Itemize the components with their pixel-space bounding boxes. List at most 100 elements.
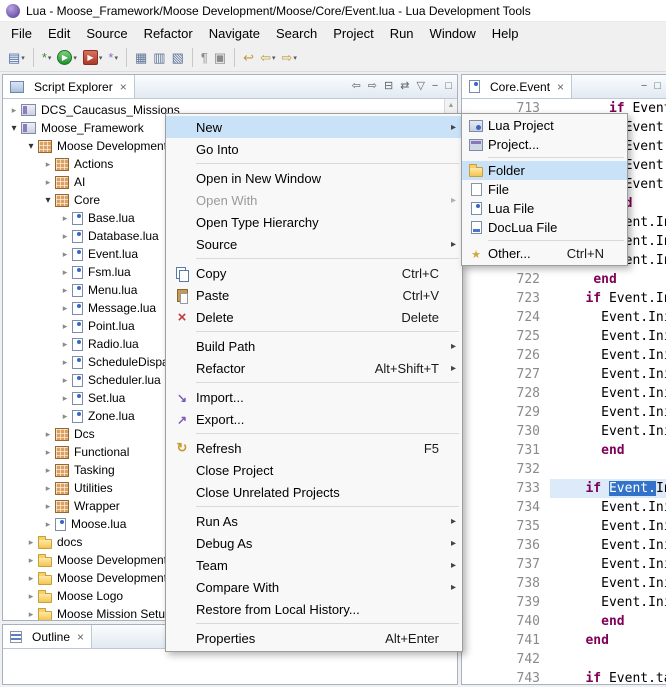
external-tools-button[interactable]: ▶▾ — [80, 48, 106, 67]
code-line-736[interactable]: 736 Event.IniGroup = GROUP:FindByName( E… — [462, 536, 666, 555]
menu-item-other[interactable]: Other...Ctrl+N — [462, 244, 627, 263]
expander-collapsed-icon[interactable]: ▸ — [24, 609, 38, 620]
menubar-item-search[interactable]: Search — [268, 23, 325, 44]
menubar-item-source[interactable]: Source — [78, 23, 135, 44]
menubar-item-navigate[interactable]: Navigate — [201, 23, 268, 44]
back-button[interactable]: ⇦▾ — [257, 49, 278, 66]
code-line-737[interactable]: 737 Event.IniGroupName = Event.IniDCSGro… — [462, 555, 666, 574]
expander-collapsed-icon[interactable]: ▸ — [41, 501, 55, 512]
minimize-icon[interactable]: − — [432, 81, 438, 92]
code-line-723[interactable]: 723 if Event.IniObjectCategory == Object… — [462, 289, 666, 308]
back-icon[interactable]: ⇦ — [352, 81, 361, 92]
new-wizard-button[interactable]: ▤▾ — [5, 49, 28, 66]
menubar-item-run[interactable]: Run — [382, 23, 422, 44]
code-line-738[interactable]: 738 Event.IniPlayerName = Event.IniUnit:… — [462, 574, 666, 593]
expander-collapsed-icon[interactable]: ▸ — [7, 105, 21, 116]
expander-collapsed-icon[interactable]: ▸ — [58, 357, 72, 368]
tab-core-event[interactable]: Core.Event × — [462, 75, 572, 98]
code-line-732[interactable]: 732 — [462, 460, 666, 479]
expander-collapsed-icon[interactable]: ▸ — [58, 321, 72, 332]
debug-button[interactable]: *▾ — [39, 49, 55, 66]
menu-item-refresh[interactable]: RefreshF5 — [166, 437, 462, 459]
menu-item-go-into[interactable]: Go Into — [166, 138, 462, 160]
menu-item-properties[interactable]: PropertiesAlt+Enter — [166, 627, 462, 649]
code-line-743[interactable]: 743 if Event.target then — [462, 669, 666, 684]
code-line-739[interactable]: 739 Event.IniCategory = Event.IniUnit:Ge… — [462, 593, 666, 612]
menu-item-copy[interactable]: CopyCtrl+C — [166, 262, 462, 284]
code-line-731[interactable]: 731 end — [462, 441, 666, 460]
link-with-editor-icon[interactable]: ⇄ — [400, 81, 409, 92]
expander-expanded-icon[interactable]: ▾ — [7, 123, 21, 134]
menu-item-project[interactable]: Project... — [462, 135, 627, 154]
menu-item-run-as[interactable]: Run As▸ — [166, 510, 462, 532]
menu-item-doclua-file[interactable]: DocLua File — [462, 218, 627, 237]
menu-item-close-project[interactable]: Close Project — [166, 459, 462, 481]
menu-item-new[interactable]: New▸ — [166, 116, 462, 138]
menu-item-close-unrelated-projects[interactable]: Close Unrelated Projects — [166, 481, 462, 503]
annotations-button[interactable]: ▧ — [169, 49, 187, 66]
menu-item-refactor[interactable]: RefactorAlt+Shift+T▸ — [166, 357, 462, 379]
code-line-729[interactable]: 729 Event.IniCategory = Event.IniUnit:Ge… — [462, 403, 666, 422]
menubar-item-refactor[interactable]: Refactor — [136, 23, 201, 44]
expander-collapsed-icon[interactable]: ▸ — [41, 465, 55, 476]
expander-collapsed-icon[interactable]: ▸ — [41, 483, 55, 494]
maximize-icon[interactable]: □ — [445, 81, 452, 92]
code-line-725[interactable]: 725 Event.IniUnitName = Event.IniDCSUnit… — [462, 327, 666, 346]
open-element-button[interactable]: ▦ — [132, 49, 150, 66]
menu-item-export[interactable]: Export... — [166, 408, 462, 430]
code-line-728[interactable]: 728 Event.IniPlayerName = Event.IniUnit:… — [462, 384, 666, 403]
menu-item-lua-project[interactable]: Lua Project — [462, 116, 627, 135]
menu-item-compare-with[interactable]: Compare With▸ — [166, 576, 462, 598]
view-menu-icon[interactable]: ▽ — [416, 81, 424, 92]
menu-item-build-path[interactable]: Build Path▸ — [166, 335, 462, 357]
code-line-734[interactable]: 734 Event.IniUnit = UNIT:Find( Event.Ini… — [462, 498, 666, 517]
forward-button[interactable]: ⇨▾ — [279, 49, 300, 66]
code-line-722[interactable]: 722 end — [462, 270, 666, 289]
menu-item-folder[interactable]: Folder — [462, 161, 627, 180]
menu-item-lua-file[interactable]: Lua File — [462, 199, 627, 218]
menu-item-restore-from-local-history[interactable]: Restore from Local History... — [166, 598, 462, 620]
menu-item-open-in-new-window[interactable]: Open in New Window — [166, 167, 462, 189]
menubar-item-file[interactable]: File — [3, 23, 40, 44]
code-line-740[interactable]: 740 end — [462, 612, 666, 631]
close-tab-icon[interactable]: × — [120, 80, 127, 94]
run-button[interactable]: ▶▾ — [54, 48, 80, 67]
expander-collapsed-icon[interactable]: ▸ — [24, 573, 38, 584]
code-line-742[interactable]: 742 — [462, 650, 666, 669]
code-line-724[interactable]: 724 Event.IniUnit = UNIT:Find( Event.Ini… — [462, 308, 666, 327]
menubar-item-project[interactable]: Project — [325, 23, 381, 44]
expander-collapsed-icon[interactable]: ▸ — [58, 213, 72, 224]
expander-collapsed-icon[interactable]: ▸ — [58, 267, 72, 278]
expander-collapsed-icon[interactable]: ▸ — [41, 429, 55, 440]
menubar-item-window[interactable]: Window — [422, 23, 484, 44]
code-line-733[interactable]: 733 if Event.IniObjectCategory == Object… — [462, 479, 666, 498]
expander-collapsed-icon[interactable]: ▸ — [41, 447, 55, 458]
mark-occurrences-button[interactable]: ▣ — [211, 49, 229, 66]
expander-collapsed-icon[interactable]: ▸ — [41, 519, 55, 530]
menu-item-debug-as[interactable]: Debug As▸ — [166, 532, 462, 554]
close-tab-icon[interactable]: × — [77, 630, 84, 644]
forward-icon[interactable]: ⇨ — [368, 81, 377, 92]
menu-item-file[interactable]: File — [462, 180, 627, 199]
menu-item-paste[interactable]: PasteCtrl+V — [166, 284, 462, 306]
expander-collapsed-icon[interactable]: ▸ — [24, 555, 38, 566]
expander-collapsed-icon[interactable]: ▸ — [24, 537, 38, 548]
expander-collapsed-icon[interactable]: ▸ — [58, 249, 72, 260]
search-button[interactable]: ▥ — [150, 49, 168, 66]
expander-collapsed-icon[interactable]: ▸ — [24, 591, 38, 602]
code-line-730[interactable]: 730 Event.IniTypeName = Event.IniUnit:Ge… — [462, 422, 666, 441]
menu-item-source[interactable]: Source▸ — [166, 233, 462, 255]
minimize-icon[interactable]: − — [641, 81, 647, 92]
code-line-727[interactable]: 727 Event.IniGroupName = Event.IniDCSGro… — [462, 365, 666, 384]
menu-item-open-with[interactable]: Open With▸ — [166, 189, 462, 211]
scroll-up-icon[interactable]: ▲ — [448, 99, 455, 112]
new-lua-wizard-button[interactable]: *▾ — [105, 49, 121, 66]
expander-collapsed-icon[interactable]: ▸ — [41, 177, 55, 188]
expander-collapsed-icon[interactable]: ▸ — [58, 303, 72, 314]
code-line-726[interactable]: 726 Event.IniGroup = GROUP:FindByName( E… — [462, 346, 666, 365]
maximize-icon[interactable]: □ — [654, 81, 661, 92]
expander-collapsed-icon[interactable]: ▸ — [58, 339, 72, 350]
collapse-all-icon[interactable]: ⊟ — [384, 81, 393, 92]
expander-collapsed-icon[interactable]: ▸ — [58, 411, 72, 422]
menu-item-import[interactable]: Import... — [166, 386, 462, 408]
